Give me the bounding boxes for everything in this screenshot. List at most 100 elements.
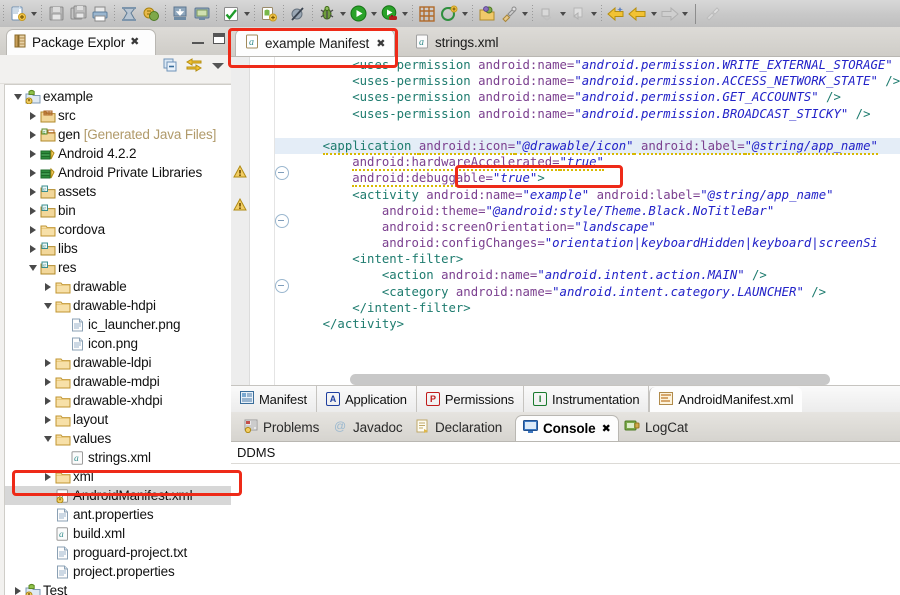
twisty-collapsed-icon[interactable]	[26, 111, 39, 120]
forward-icon[interactable]	[658, 3, 680, 25]
new-wizard-icon[interactable]	[7, 3, 29, 25]
twisty-collapsed-icon[interactable]	[26, 130, 39, 139]
tab-javadoc[interactable]: @ Javadoc	[327, 415, 410, 440]
minimize-icon[interactable]	[192, 34, 204, 44]
tree-item-project-properties[interactable]: project.properties	[5, 562, 231, 581]
editor-tab-example-manifest[interactable]: a example Manifest ✖	[235, 29, 396, 56]
tree-item-androidmanifest-xml[interactable]: aAndroidManifest.xml	[5, 486, 231, 505]
forward-dropdown-arrow[interactable]	[680, 3, 689, 25]
pin-editor-icon[interactable]	[702, 3, 724, 25]
editor-horizontal-scrollbar[interactable]	[275, 374, 896, 385]
subtab-manifest[interactable]: Manifest	[231, 386, 317, 412]
code-line[interactable]: android:debuggable="true">	[275, 170, 900, 188]
tree-item-values[interactable]: values	[5, 429, 231, 448]
view-menu-icon[interactable]	[211, 59, 225, 74]
twisty-collapsed-icon[interactable]	[26, 206, 39, 215]
tree-item-libs[interactable]: a libs	[5, 239, 231, 258]
tree-item-ic-launcher-png[interactable]: ic_launcher.png	[5, 315, 231, 334]
subtab-application[interactable]: A Application	[317, 386, 417, 412]
export-icon[interactable]	[191, 3, 213, 25]
source-editor[interactable]: <uses-permission android:name="android.p…	[231, 56, 900, 387]
twisty-expanded-icon[interactable]	[41, 435, 54, 442]
next-annotation-dropdown-arrow[interactable]	[558, 3, 567, 25]
tree-item-bin[interactable]: a bin	[5, 201, 231, 220]
save-all-icon[interactable]	[67, 3, 89, 25]
code-line[interactable]: <action android:name="android.intent.act…	[275, 267, 900, 283]
twisty-expanded-icon[interactable]	[41, 302, 54, 309]
next-annotation-icon[interactable]	[536, 3, 558, 25]
code-line[interactable]: </activity>	[275, 316, 900, 332]
collapse-all-icon[interactable]	[163, 58, 177, 75]
twisty-collapsed-icon[interactable]	[41, 358, 54, 367]
tab-problems[interactable]: Problems	[237, 415, 326, 440]
twisty-collapsed-icon[interactable]	[26, 187, 39, 196]
check-dropdown-arrow[interactable]	[242, 3, 251, 25]
tree-item-build-xml[interactable]: a build.xml	[5, 524, 231, 543]
open-type-icon[interactable]	[476, 3, 498, 25]
twisty-collapsed-icon[interactable]	[41, 282, 54, 291]
code-line[interactable]: </intent-filter>	[275, 300, 900, 316]
project-tree[interactable]: example src g gen [Generated Java Files] And…	[4, 84, 231, 595]
tree-item-android-private-libraries[interactable]: Android Private Libraries	[5, 163, 231, 182]
tree-item-src[interactable]: src	[5, 106, 231, 125]
new-java-class-dropdown-arrow[interactable]	[460, 3, 469, 25]
skip-breakpoints-icon[interactable]	[287, 3, 309, 25]
tab-package-explorer[interactable]: Package Explor ✖	[6, 29, 156, 55]
run-external-tools-icon[interactable]	[378, 3, 400, 25]
search-dropdown-arrow[interactable]	[520, 3, 529, 25]
code-line[interactable]: android:configChanges="orientation|keybo…	[275, 235, 900, 251]
code-line[interactable]: <uses-permission android:name="android.p…	[275, 57, 900, 73]
android-virtual-device-manager-icon[interactable]	[140, 3, 162, 25]
code-content[interactable]: <uses-permission android:name="android.p…	[275, 57, 900, 373]
tab-logcat[interactable]: LogCat	[617, 415, 695, 440]
tree-item-drawable-hdpi[interactable]: drawable-hdpi	[5, 296, 231, 315]
tree-item-example[interactable]: example	[5, 87, 231, 106]
previous-annotation-icon[interactable]	[567, 3, 589, 25]
code-line[interactable]: <uses-permission android:name="android.p…	[275, 89, 900, 105]
new-java-package-icon[interactable]	[416, 3, 438, 25]
tree-item-ant-properties[interactable]: ant.properties	[5, 505, 231, 524]
print-icon[interactable]	[89, 3, 111, 25]
code-line[interactable]	[275, 122, 900, 138]
debug-icon[interactable]	[316, 3, 338, 25]
code-line[interactable]: android:theme="@android:style/Theme.Blac…	[275, 203, 900, 219]
subtab-permissions[interactable]: P Permissions	[417, 386, 525, 412]
tree-item-cordova[interactable]: cordova	[5, 220, 231, 239]
subtab-androidmanifest-xml[interactable]: AndroidManifest.xml	[649, 387, 803, 412]
warning-icon[interactable]	[233, 197, 247, 212]
tree-item-test[interactable]: Test	[5, 581, 231, 595]
console-content[interactable]: DDMS	[231, 441, 900, 595]
twisty-collapsed-icon[interactable]	[26, 225, 39, 234]
twisty-collapsed-icon[interactable]	[26, 149, 39, 158]
close-icon[interactable]: ✖	[602, 422, 611, 435]
search-icon[interactable]	[498, 3, 520, 25]
code-line[interactable]: <activity android:name="example" android…	[275, 187, 900, 203]
tree-item-assets[interactable]: a assets	[5, 182, 231, 201]
close-icon[interactable]: ✖	[130, 37, 139, 48]
android-sdk-manager-icon[interactable]	[118, 3, 140, 25]
tree-item-xml[interactable]: xml	[5, 467, 231, 486]
twisty-collapsed-icon[interactable]	[41, 377, 54, 386]
code-line[interactable]: <uses-permission android:name="android.p…	[275, 106, 900, 122]
code-line[interactable]: android:hardwareAccelerated="true"	[275, 154, 900, 172]
tree-item-drawable-xhdpi[interactable]: drawable-xhdpi	[5, 391, 231, 410]
twisty-collapsed-icon[interactable]	[41, 472, 54, 481]
folding-gutter[interactable]	[250, 57, 289, 387]
tab-console[interactable]: Console ✖	[515, 415, 619, 441]
new-wizard-dropdown-arrow[interactable]	[29, 3, 38, 25]
back-icon[interactable]	[605, 3, 627, 25]
new-java-class-icon[interactable]	[438, 3, 460, 25]
tree-item-android-4-2-2[interactable]: Android 4.2.2	[5, 144, 231, 163]
check-icon[interactable]	[220, 3, 242, 25]
close-icon[interactable]: ✖	[376, 37, 385, 50]
new-android-project-icon[interactable]	[258, 3, 280, 25]
tree-item-drawable-ldpi[interactable]: drawable-ldpi	[5, 353, 231, 372]
import-icon[interactable]	[169, 3, 191, 25]
run-dropdown-arrow[interactable]	[369, 3, 378, 25]
code-line[interactable]: <uses-permission android:name="android.p…	[275, 73, 900, 89]
marker-gutter[interactable]	[231, 57, 250, 387]
external-tools-dropdown-arrow[interactable]	[400, 3, 409, 25]
tree-item-layout[interactable]: layout	[5, 410, 231, 429]
twisty-collapsed-icon[interactable]	[41, 396, 54, 405]
tree-item-drawable[interactable]: drawable	[5, 277, 231, 296]
